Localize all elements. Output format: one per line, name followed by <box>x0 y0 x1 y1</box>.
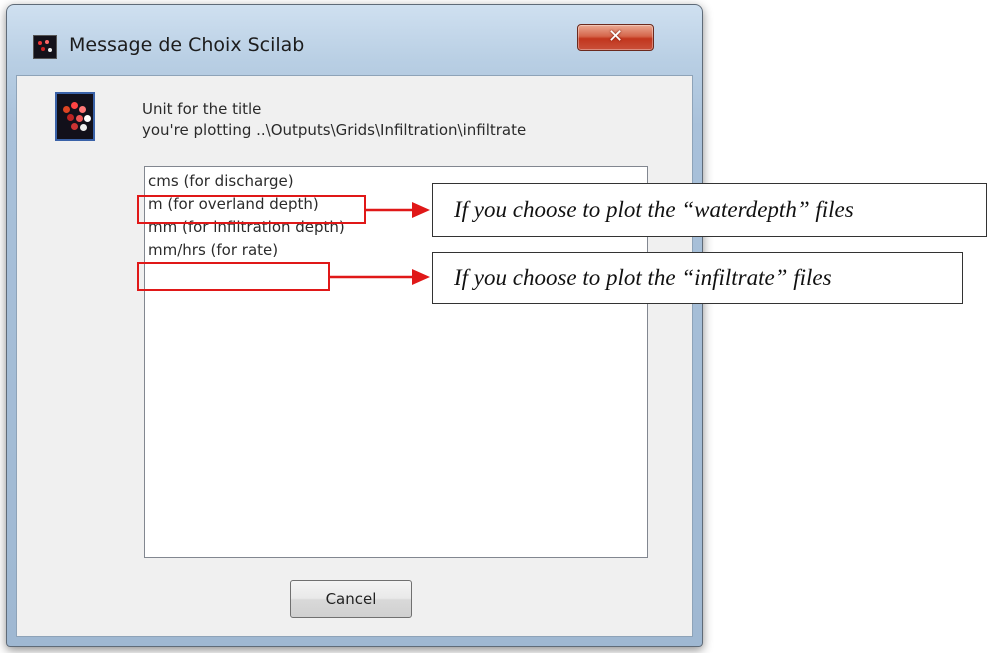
scilab-app-icon <box>33 35 57 59</box>
list-item[interactable]: mm/hrs (for rate) <box>148 241 278 259</box>
cancel-button[interactable]: Cancel <box>290 580 412 618</box>
message-line-2: you're plotting ..\Outputs\Grids\Infiltr… <box>142 121 527 139</box>
arrow-to-infiltrate-note <box>330 269 430 285</box>
arrow-to-waterdepth-note <box>366 202 430 218</box>
close-icon: ✕ <box>607 26 624 47</box>
scilab-choice-dialog: Message de Choix Scilab ✕ Unit for the t… <box>6 4 703 647</box>
scilab-logo-icon <box>55 92 95 141</box>
infiltrate-note: If you choose to plot the “infiltrate” f… <box>432 252 963 304</box>
close-button[interactable]: ✕ <box>577 24 654 51</box>
message-line-1: Unit for the title <box>142 100 262 118</box>
dialog-body: Unit for the title you're plotting ..\Ou… <box>16 75 693 637</box>
list-item[interactable]: cms (for discharge) <box>148 172 294 190</box>
title-bar[interactable]: Message de Choix Scilab ✕ <box>7 5 702 77</box>
window-title: Message de Choix Scilab <box>69 34 305 56</box>
waterdepth-note: If you choose to plot the “waterdepth” f… <box>432 183 987 237</box>
highlight-overland-depth <box>137 195 366 224</box>
highlight-rate <box>137 262 330 291</box>
